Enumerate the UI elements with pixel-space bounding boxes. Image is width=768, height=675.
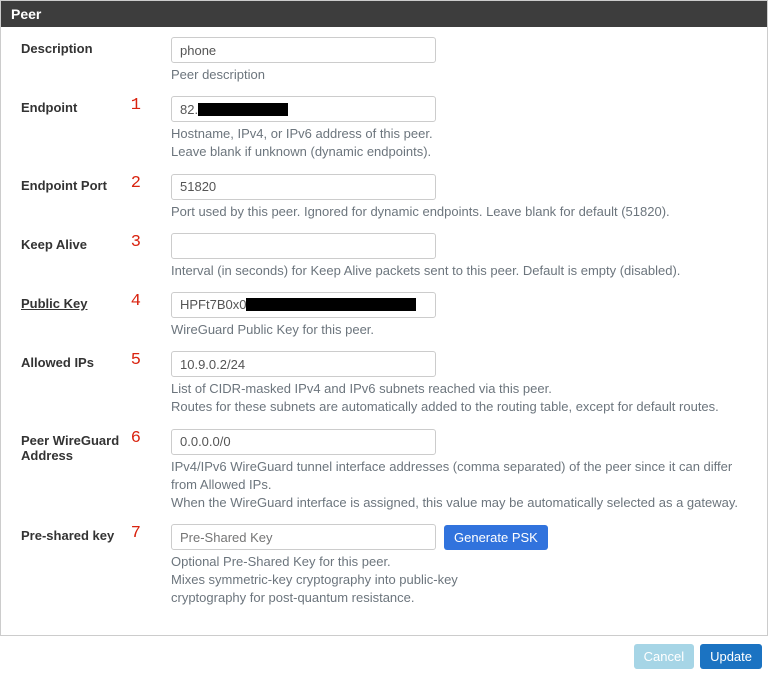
allowed-ips-input[interactable]: [171, 351, 436, 377]
public-key-redaction: [246, 298, 416, 311]
marker-2: 2: [111, 174, 141, 193]
row-peer-wg-addr: Peer WireGuard Address 6 IPv4/IPv6 WireG…: [21, 429, 757, 523]
marker-5: 5: [111, 351, 141, 370]
footer: Cancel Update: [0, 636, 768, 675]
row-psk: Pre-shared key 7 Generate PSK Optional P…: [21, 524, 757, 618]
update-button[interactable]: Update: [700, 644, 762, 669]
row-allowed-ips: Allowed IPs 5 List of CIDR-masked IPv4 a…: [21, 351, 757, 426]
endpoint-port-input[interactable]: [171, 174, 436, 200]
help-endpoint: Hostname, IPv4, or IPv6 address of this …: [171, 125, 757, 161]
panel-body: Description Peer description Endpoint 1 …: [1, 27, 767, 635]
public-key-value-prefix: HPFt7B0x0: [180, 297, 246, 312]
public-key-input[interactable]: HPFt7B0x0: [171, 292, 436, 318]
row-endpoint-port: Endpoint Port 2 Port used by this peer. …: [21, 174, 757, 231]
description-input[interactable]: [171, 37, 436, 63]
marker-4: 4: [111, 292, 141, 311]
psk-input[interactable]: [171, 524, 436, 550]
row-endpoint: Endpoint 1 82. Hostname, IPv4, or IPv6 a…: [21, 96, 757, 171]
help-public-key: WireGuard Public Key for this peer.: [171, 321, 757, 339]
row-keep-alive: Keep Alive 3 Interval (in seconds) for K…: [21, 233, 757, 290]
help-description: Peer description: [171, 66, 757, 84]
help-keep-alive: Interval (in seconds) for Keep Alive pac…: [171, 262, 757, 280]
help-endpoint-port: Port used by this peer. Ignored for dyna…: [171, 203, 757, 221]
endpoint-value-prefix: 82.: [180, 102, 198, 117]
marker-7: 7: [111, 524, 141, 543]
marker-1: 1: [111, 96, 141, 115]
keep-alive-input[interactable]: [171, 233, 436, 259]
peer-panel: Peer Description Peer description Endpoi…: [0, 0, 768, 636]
endpoint-redaction: [198, 103, 288, 116]
label-description: Description: [21, 37, 141, 56]
row-public-key: Public Key 4 HPFt7B0x0 WireGuard Public …: [21, 292, 757, 349]
help-peer-wg-addr: IPv4/IPv6 WireGuard tunnel interface add…: [171, 458, 757, 513]
help-allowed-ips: List of CIDR-masked IPv4 and IPv6 subnet…: [171, 380, 757, 416]
cancel-button[interactable]: Cancel: [634, 644, 694, 669]
endpoint-input[interactable]: 82.: [171, 96, 436, 122]
marker-3: 3: [111, 233, 141, 252]
help-psk: Optional Pre-Shared Key for this peer. M…: [171, 553, 481, 608]
marker-6: 6: [111, 429, 141, 448]
peer-wg-addr-input[interactable]: [171, 429, 436, 455]
row-description: Description Peer description: [21, 37, 757, 94]
panel-title: Peer: [1, 1, 767, 27]
generate-psk-button[interactable]: Generate PSK: [444, 525, 548, 550]
